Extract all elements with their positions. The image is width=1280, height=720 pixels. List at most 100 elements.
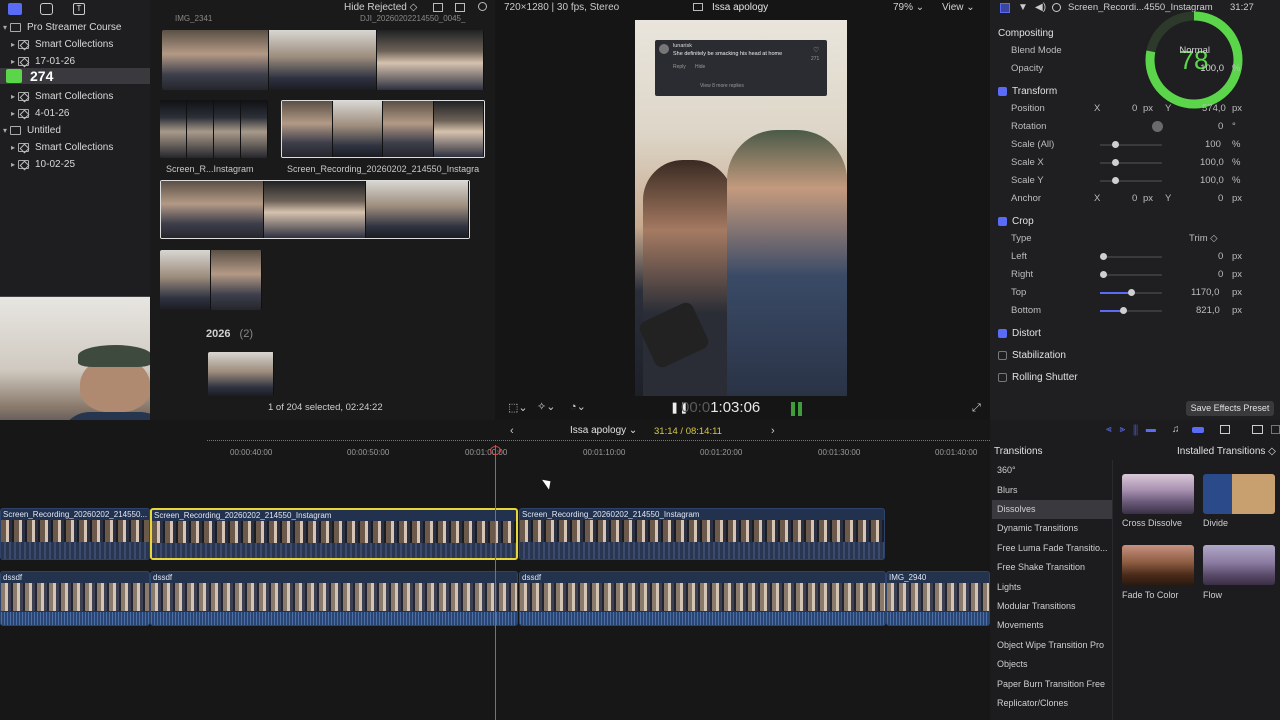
save-effects-preset-button[interactable]: Save Effects Preset [1186,401,1274,416]
slider-knob[interactable] [1100,253,1107,260]
back-arrow-icon[interactable]: ‹ [510,425,514,437]
speed-icon[interactable]: ◔⌄ [570,400,586,413]
distort-checkbox[interactable] [998,328,1007,338]
event-item[interactable]: ▸ 10-02-25 [0,156,150,173]
transition-category-selected[interactable]: Dissolves [992,500,1112,519]
opacity-row[interactable]: Opacity 100,0% [990,60,1280,78]
photos-audio-icon[interactable] [40,3,53,15]
transitions-browser-icon[interactable] [1271,425,1280,434]
clip-appearance-icon[interactable] [455,3,465,12]
info-icon[interactable] [1052,3,1061,12]
transition-category[interactable]: Movements [992,616,1112,635]
crop-top-slider[interactable] [1100,289,1162,296]
scale-slider[interactable] [1100,141,1162,148]
audio-inspector-icon[interactable]: ◀) [1035,2,1046,13]
clip-thumbnail[interactable] [160,180,470,239]
transition-category[interactable]: Replicator/Clones [992,694,1112,713]
transition-category[interactable]: Free Luma Fade Transitio... [992,539,1112,558]
video-inspector-icon[interactable] [1000,3,1010,13]
compositing-header[interactable]: Compositing [998,24,1054,42]
video-clip-selected[interactable]: Screen_Recording_20260202_214550_Instagr… [150,508,518,560]
project-popup[interactable]: Issa apology ⌄ [570,425,637,436]
smart-collections-item[interactable]: ▸ Smart Collections [0,36,150,53]
position-row[interactable]: Position X 0 px Y 574,0 px [990,100,1280,118]
snapping-icon[interactable] [1192,427,1204,433]
stabilization-header[interactable]: Stabilization [998,346,1066,364]
transform-header[interactable]: Transform [998,82,1057,100]
filter-popup[interactable]: Hide Rejected ◇ [344,2,417,13]
disclosure-icon[interactable]: ▸ [8,143,18,152]
scale-x-row[interactable]: Scale X 100,0% [990,154,1280,172]
crop-checkbox[interactable] [998,216,1007,226]
transition-thumbnail[interactable] [1203,545,1275,585]
transition-thumbnail[interactable] [1122,474,1194,514]
scale-all-row[interactable]: Scale (All) 100% [990,136,1280,154]
crop-type-row[interactable]: Type Trim ◇ [990,230,1280,248]
clip-thumbnail[interactable] [208,352,274,396]
slider-knob[interactable] [1112,141,1119,148]
clip-thumbnail[interactable] [160,100,268,158]
slider-knob[interactable] [1100,271,1107,278]
crop-bottom-row[interactable]: Bottom 821,0 px [990,302,1280,320]
crop-right-slider[interactable] [1100,271,1162,278]
crop-type-popup[interactable]: Trim ◇ [1189,233,1218,244]
slider-knob[interactable] [1120,307,1127,314]
transition-category[interactable]: Dynamic Transitions [992,519,1112,538]
rotation-row[interactable]: Rotation 0 ° [990,118,1280,136]
rolling-shutter-header[interactable]: Rolling Shutter [998,368,1078,386]
disclosure-icon[interactable]: ▾ [0,126,10,135]
disclosure-icon[interactable]: ▸ [8,57,18,66]
slider-knob[interactable] [1128,289,1135,296]
clip-appearance-icon[interactable] [1220,425,1230,434]
primary-clip[interactable]: dssdf [519,571,886,626]
smart-collections-item[interactable]: ▸ Smart Collections [0,139,150,156]
transition-thumbnail[interactable] [1122,545,1194,585]
forward-arrow-icon[interactable]: › [771,425,775,437]
filter-icon[interactable]: ▼ [1018,2,1028,13]
search-icon[interactable] [478,2,487,11]
disclosure-icon[interactable]: ▸ [8,160,18,169]
blend-mode-row[interactable]: Blend Mode Normal [990,42,1280,60]
disclosure-icon[interactable]: ▾ [0,23,10,32]
video-clip[interactable]: Screen_Recording_20260202_214550_Instagr… [519,508,885,560]
playhead[interactable] [495,445,496,720]
transition-thumbnail[interactable] [1203,474,1275,514]
primary-clip[interactable]: IMG_2940 [886,571,990,626]
effects-browser-icon[interactable] [1252,425,1263,434]
library-item[interactable]: ▾ Pro Streamer Course [0,19,150,36]
crop-left-slider[interactable] [1100,253,1162,260]
clip-thumbnail[interactable] [162,30,484,90]
disclosure-icon[interactable]: ▸ [8,40,18,49]
transition-category[interactable]: Objects [992,655,1112,674]
video-clip[interactable]: Screen_Recording_20260202_214550... [0,508,150,560]
installed-transitions-popup[interactable]: Installed Transitions ◇ [1177,446,1276,457]
distort-header[interactable]: Distort [998,324,1041,342]
event-item-selected[interactable]: 274 [0,68,150,84]
clip-thumbnail[interactable] [160,250,262,310]
titles-icon[interactable]: T [73,3,85,15]
zoom-popup[interactable]: 79% ⌄ [893,2,924,13]
clip-thumbnail-selected[interactable] [281,100,485,158]
library-item[interactable]: ▾ Untitled [0,122,150,139]
crop-top-row[interactable]: Top 1170,0 px [990,284,1280,302]
disclosure-icon[interactable]: ▸ [8,92,18,101]
libraries-icon[interactable] [8,3,22,15]
smart-collections-item[interactable]: ▸ Smart Collections [0,88,150,105]
primary-clip[interactable]: dssdf [0,571,150,626]
transform-tool-icon[interactable]: ⬚⌄ [508,401,528,414]
playhead-handle[interactable] [490,446,501,455]
transition-category[interactable]: Paper Burn Transition Free [992,675,1112,694]
timeline-tools[interactable]: ⫷⫸⫼▬ [1106,424,1164,435]
event-item[interactable]: ▸ 4-01-26 [0,105,150,122]
rotation-dial[interactable] [1152,121,1163,132]
crop-right-row[interactable]: Right 0 px [990,266,1280,284]
transition-category[interactable]: Free Shake Transition [992,558,1112,577]
primary-clip[interactable]: dssdf [150,571,518,626]
list-view-icon[interactable] [433,3,443,12]
enhance-icon[interactable]: ✧⌄ [537,400,555,413]
headphones-icon[interactable]: ♫ [1172,424,1180,435]
transition-category[interactable]: 360° [992,461,1112,480]
transition-category[interactable]: Blurs [992,481,1112,500]
rolling-shutter-checkbox[interactable] [998,372,1007,382]
stabilization-checkbox[interactable] [998,350,1007,360]
